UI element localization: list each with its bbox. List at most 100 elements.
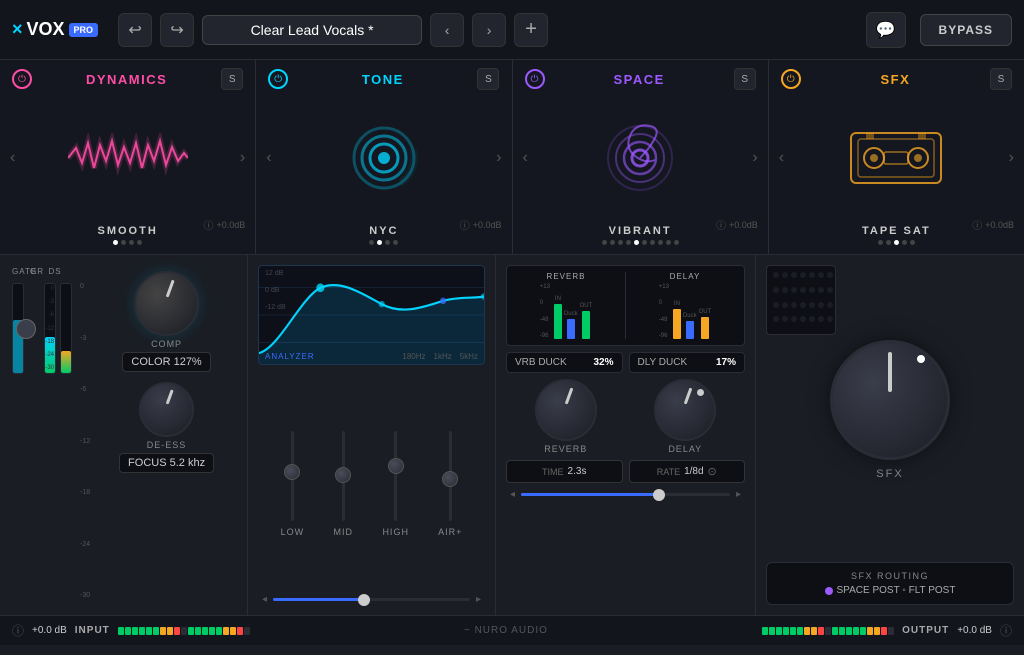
speaker-grille [766, 265, 836, 335]
rate-value: 1/8d [684, 466, 703, 477]
space-preset-name: VIBRANT [609, 225, 672, 237]
tone-module-header: ⏻ TONE S [256, 68, 511, 90]
dynamics-waveform [68, 133, 188, 183]
space-hslider-fill [521, 493, 657, 496]
dynamics-db-info: ⓘ +0.0dB [203, 217, 245, 232]
space-hslider-left[interactable]: ◂ [510, 489, 515, 500]
tone-hslider-right[interactable]: ▸ [476, 594, 481, 605]
dynamics-meters: 0 -3 -6 -12 -18 -24 -30 [12, 283, 72, 374]
low-slider-container[interactable] [282, 431, 302, 521]
sfx-routing-title: SFX ROUTING [779, 571, 1001, 581]
eq-sliders: LOW MID HIGH [258, 379, 485, 588]
dynamics-visual: ‹ › [0, 94, 255, 221]
tone-hslider-thumb[interactable] [358, 594, 370, 606]
sfx-visual: ‹ › [769, 94, 1024, 221]
eq-air-col: AIR+ [438, 431, 462, 537]
dynamics-prev-arrow[interactable]: ‹ [6, 145, 19, 171]
space-hslider-track [521, 493, 730, 496]
space-hslider[interactable]: ◂ ▸ [506, 489, 745, 500]
mid-slider-container[interactable] [333, 431, 353, 521]
tone-s-button[interactable]: S [477, 68, 499, 90]
tone-preset-name: NYC [369, 225, 398, 237]
sfx-db-value: +0.0dB [985, 220, 1014, 230]
dynamics-meters-section: GATE GR DS 0 -3 -6 [12, 267, 72, 603]
rate-box[interactable]: RATE 1/8d ⊙ [629, 460, 746, 483]
dynamics-next-arrow[interactable]: › [236, 145, 249, 171]
comp-color-value[interactable]: COLOR 127% [122, 352, 210, 372]
sfx-s-button[interactable]: S [990, 68, 1012, 90]
tone-hslider-left[interactable]: ◂ [262, 594, 267, 605]
sfx-prev-arrow[interactable]: ‹ [775, 145, 788, 171]
preset-add-button[interactable]: + [514, 13, 548, 47]
tone-hslider[interactable]: ◂ ▸ [258, 594, 485, 605]
sfx-knob-label: SFX [876, 468, 903, 480]
undo-button[interactable]: ↩ [118, 13, 152, 47]
chat-button[interactable]: 💬 [866, 12, 906, 48]
reverb-knob-container: REVERB [535, 379, 597, 454]
input-level-meter [118, 627, 250, 635]
sfx-main-knob[interactable] [830, 340, 950, 460]
de-ess-focus-value[interactable]: FOCUS 5.2 khz [119, 453, 214, 473]
space-next-arrow[interactable]: › [748, 145, 761, 171]
sfx-power-button[interactable]: ⏻ [781, 69, 801, 89]
sfx-dots [878, 240, 915, 245]
dynamics-power-button[interactable]: ⏻ [12, 69, 32, 89]
gate-handle[interactable] [16, 319, 36, 339]
dynamics-s-button[interactable]: S [221, 68, 243, 90]
sfx-routing-value[interactable]: SPACE POST ◦ FLT POST [779, 585, 1001, 596]
high-slider-thumb[interactable] [388, 458, 404, 474]
sfx-panel: SFX SFX ROUTING SPACE POST ◦ FLT POST [756, 255, 1024, 615]
preset-next-button[interactable]: › [472, 13, 506, 47]
dynamics-scale: 0 -3 -6 -12 -18 -24 -30 [80, 267, 90, 603]
space-prev-arrow[interactable]: ‹ [519, 145, 532, 171]
dly-duck-box: DLY DUCK 17% [629, 352, 746, 373]
sfx-cassette-visual [846, 125, 946, 190]
output-label: OUTPUT [902, 625, 949, 636]
reverb-knob[interactable] [535, 379, 597, 441]
air-slider-thumb[interactable] [442, 471, 458, 487]
mid-label: MID [334, 527, 354, 537]
dynamics-dots [113, 240, 142, 245]
output-db: +0.0 dB [957, 625, 992, 636]
space-divider [625, 272, 626, 339]
air-slider-container[interactable] [440, 431, 460, 521]
sfx-routing-text: SPACE POST ◦ FLT POST [837, 585, 956, 596]
tone-visual: ‹ › [256, 94, 511, 221]
delay-meter-section: DELAY +130-48-96 IN Duck OUT [634, 272, 736, 339]
tone-module: ⏻ TONE S ‹ › NYC ⓘ +0.0dB [256, 60, 512, 254]
bypass-button[interactable]: BYPASS [920, 14, 1012, 46]
space-s-button[interactable]: S [734, 68, 756, 90]
space-power-button[interactable]: ⏻ [525, 69, 545, 89]
eq-curve-svg [259, 266, 484, 364]
high-slider-container[interactable] [386, 431, 406, 521]
logo-vox: VOX [27, 19, 65, 40]
preset-prev-button[interactable]: ‹ [430, 13, 464, 47]
sfx-module-header: ⏻ SFX S [769, 68, 1024, 90]
mid-slider-thumb[interactable] [335, 467, 351, 483]
de-ess-label: DE-ESS [147, 440, 187, 450]
preset-name-input[interactable]: Clear Lead Vocals * [202, 15, 422, 45]
space-hslider-thumb[interactable] [653, 489, 665, 501]
analyzer-display: 12 dB 0 dB -12 dB ANALYZER [258, 265, 485, 365]
space-visual: ‹ › [513, 94, 768, 221]
low-slider-thumb[interactable] [284, 464, 300, 480]
comp-knob[interactable] [134, 271, 199, 336]
eq-high-col: HIGH [382, 431, 409, 537]
space-hslider-right[interactable]: ▸ [736, 489, 741, 500]
delay-knob[interactable] [654, 379, 716, 441]
dynamics-module-header: ⏻ DYNAMICS S [0, 68, 255, 90]
analyzer-freqs: 180Hz 1kHz 5kHz [402, 352, 478, 361]
gate-slider-container [12, 283, 40, 374]
time-box[interactable]: TIME 2.3s [506, 460, 623, 483]
sfx-next-arrow[interactable]: › [1005, 145, 1018, 171]
space-db-value: +0.0dB [729, 220, 758, 230]
mid-slider-track [342, 431, 345, 521]
dynamics-preset-name: SMOOTH [97, 225, 157, 237]
tone-power-button[interactable]: ⏻ [268, 69, 288, 89]
air-label: AIR+ [438, 527, 462, 537]
tone-prev-arrow[interactable]: ‹ [262, 145, 275, 171]
redo-button[interactable]: ↪ [160, 13, 194, 47]
de-ess-knob[interactable] [139, 382, 194, 437]
tone-next-arrow[interactable]: › [492, 145, 505, 171]
high-label: HIGH [382, 527, 409, 537]
